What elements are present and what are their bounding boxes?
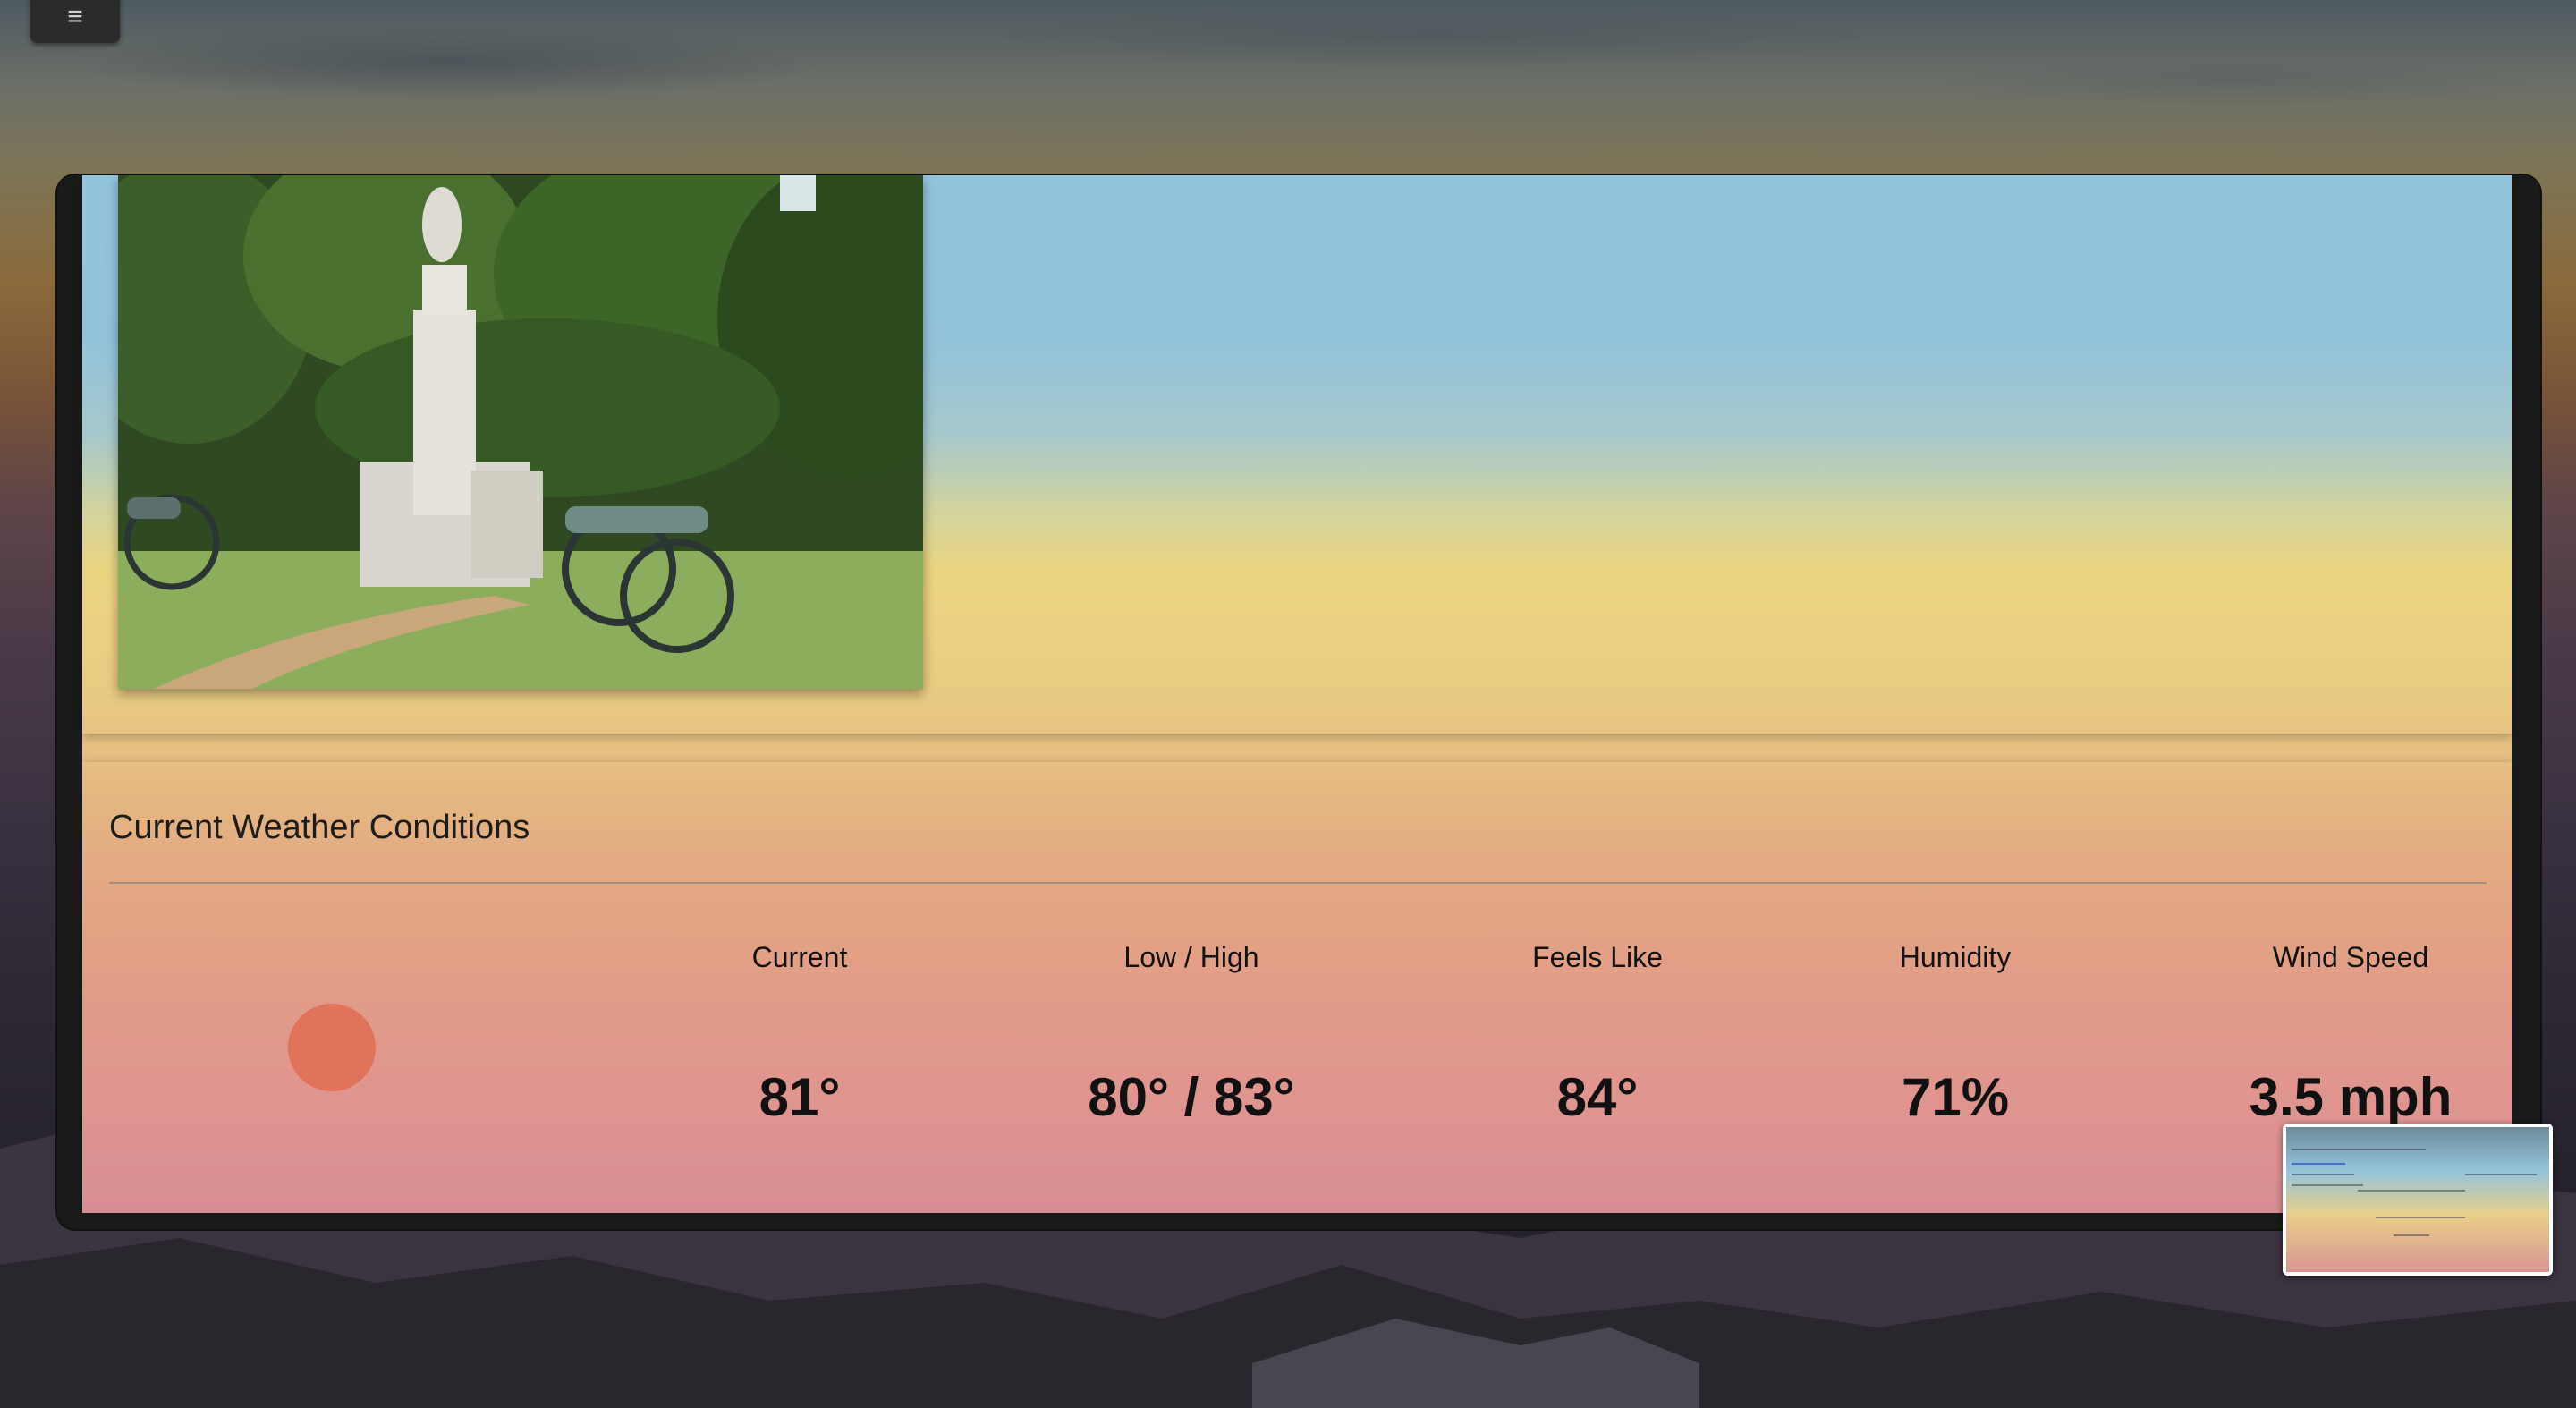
stat-value: 3.5 mph — [2249, 1067, 2453, 1127]
thumbnail-preview — [2286, 1127, 2549, 1272]
stat-label: Current — [751, 941, 848, 973]
stat-value: 71% — [1901, 1067, 2010, 1127]
sun-icon — [288, 1004, 376, 1091]
stat-label: Humidity — [1899, 941, 2012, 973]
photo-illustration — [118, 175, 923, 689]
stat-value: 81° — [758, 1067, 841, 1127]
stat-label: Wind Speed — [2272, 941, 2429, 973]
content-area: Current Weather Conditions Current 81° L… — [82, 175, 2512, 1213]
stat-value: 84° — [1556, 1067, 1639, 1127]
stat-current: Current 81° — [621, 941, 979, 1128]
sky-clouds — [0, 0, 2576, 179]
stat-humidity: Humidity 71% — [1776, 941, 2134, 1128]
battlefield-photo — [118, 175, 923, 689]
divider — [109, 882, 2487, 884]
stat-label: Feels Like — [1532, 941, 1663, 973]
weather-card: Current Weather Conditions Current 81° L… — [82, 762, 2512, 1213]
stat-label: Low / High — [1123, 941, 1259, 973]
stat-low-high: Low / High 80° / 83° — [1013, 941, 1370, 1128]
screenshot-thumbnail[interactable] — [2283, 1124, 2553, 1276]
main-panel: Current Weather Conditions Current 81° L… — [55, 174, 2542, 1231]
stat-wind-speed: Wind Speed 3.5 mph — [2172, 941, 2529, 1128]
menu-button[interactable]: ≡ — [30, 0, 120, 43]
photo-card — [82, 175, 2512, 734]
hamburger-menu-icon: ≡ — [67, 2, 83, 31]
weather-title: Current Weather Conditions — [109, 809, 530, 846]
stat-feels-like: Feels Like 84° — [1419, 941, 1776, 1128]
stat-value: 80° / 83° — [1088, 1067, 1295, 1127]
